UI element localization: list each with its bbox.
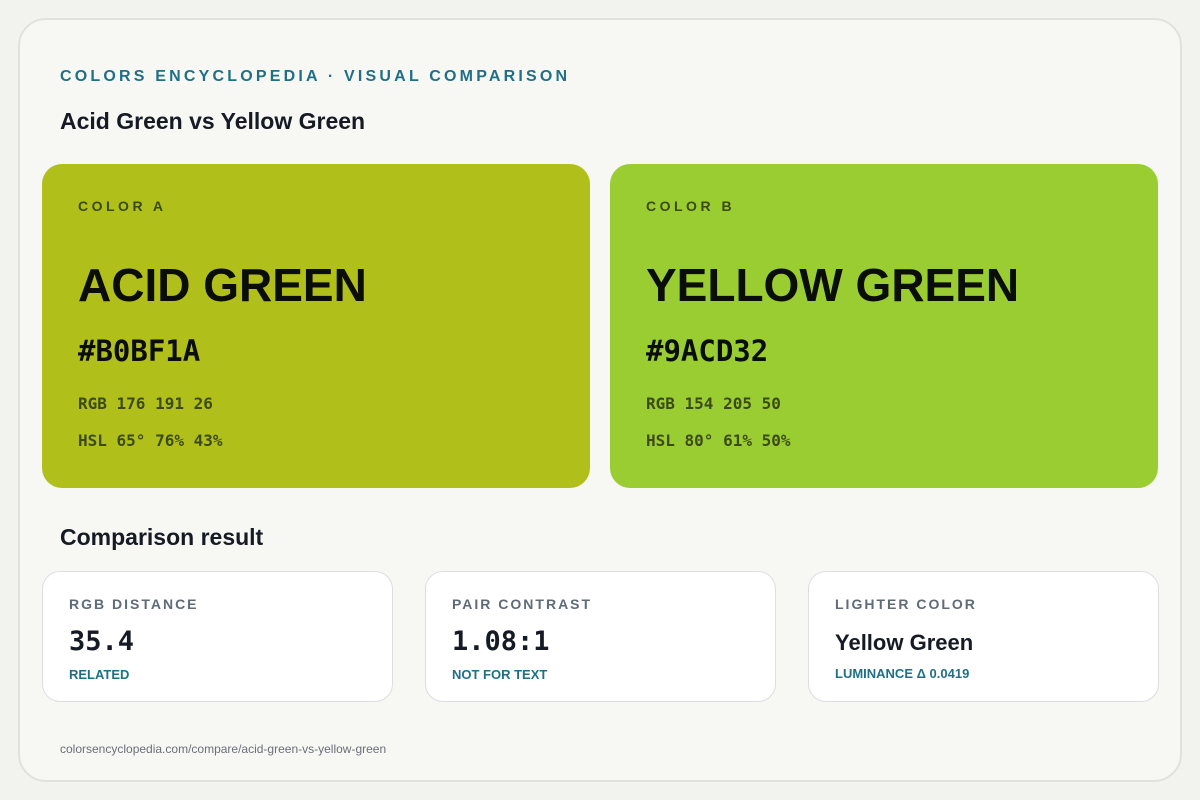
page-title: Acid Green vs Yellow Green [60, 108, 366, 134]
card-sub: NOT FOR TEXT [452, 667, 548, 682]
color-b-name: YELLOW GREEN [646, 259, 1020, 311]
color-a-hsl: HSL 65° 76% 43% [78, 431, 223, 450]
rgb-distance-card: RGB DISTANCE 35.4 RELATED [42, 571, 393, 702]
card-sub: LUMINANCE Δ 0.0419 [835, 666, 970, 681]
card-value: 1.08:1 [452, 626, 550, 657]
card-value: Yellow Green [835, 630, 974, 655]
color-a-hex: #B0BF1A [78, 334, 201, 368]
color-a-rgb: RGB 176 191 26 [78, 394, 213, 413]
comparison-title: Comparison result [60, 524, 264, 550]
color-a-swatch: COLOR A ACID GREEN #B0BF1A RGB 176 191 2… [42, 164, 590, 488]
card-label: RGB DISTANCE [69, 596, 199, 612]
card-value: 35.4 [69, 626, 135, 657]
comparison-panel: COLORS ENCYCLOPEDIA · VISUAL COMPARISON … [18, 18, 1182, 782]
site-eyebrow: COLORS ENCYCLOPEDIA · VISUAL COMPARISON [60, 68, 571, 85]
card-sub: RELATED [69, 667, 130, 682]
card-label: LIGHTER COLOR [835, 596, 977, 612]
lighter-color-card: LIGHTER COLOR Yellow Green LUMINANCE Δ 0… [808, 571, 1159, 702]
footer-url[interactable]: colorsencyclopedia.com/compare/acid-gree… [60, 742, 386, 756]
color-a-label: COLOR A [78, 198, 167, 214]
color-b-hex: #9ACD32 [646, 334, 769, 368]
card-label: PAIR CONTRAST [452, 596, 593, 612]
color-b-hsl: HSL 80° 61% 50% [646, 431, 791, 450]
pair-contrast-card: PAIR CONTRAST 1.08:1 NOT FOR TEXT [425, 571, 776, 702]
color-b-label: COLOR B [646, 198, 736, 214]
color-b-swatch: COLOR B YELLOW GREEN #9ACD32 RGB 154 205… [610, 164, 1158, 488]
color-a-name: ACID GREEN [78, 259, 367, 311]
color-b-rgb: RGB 154 205 50 [646, 394, 781, 413]
